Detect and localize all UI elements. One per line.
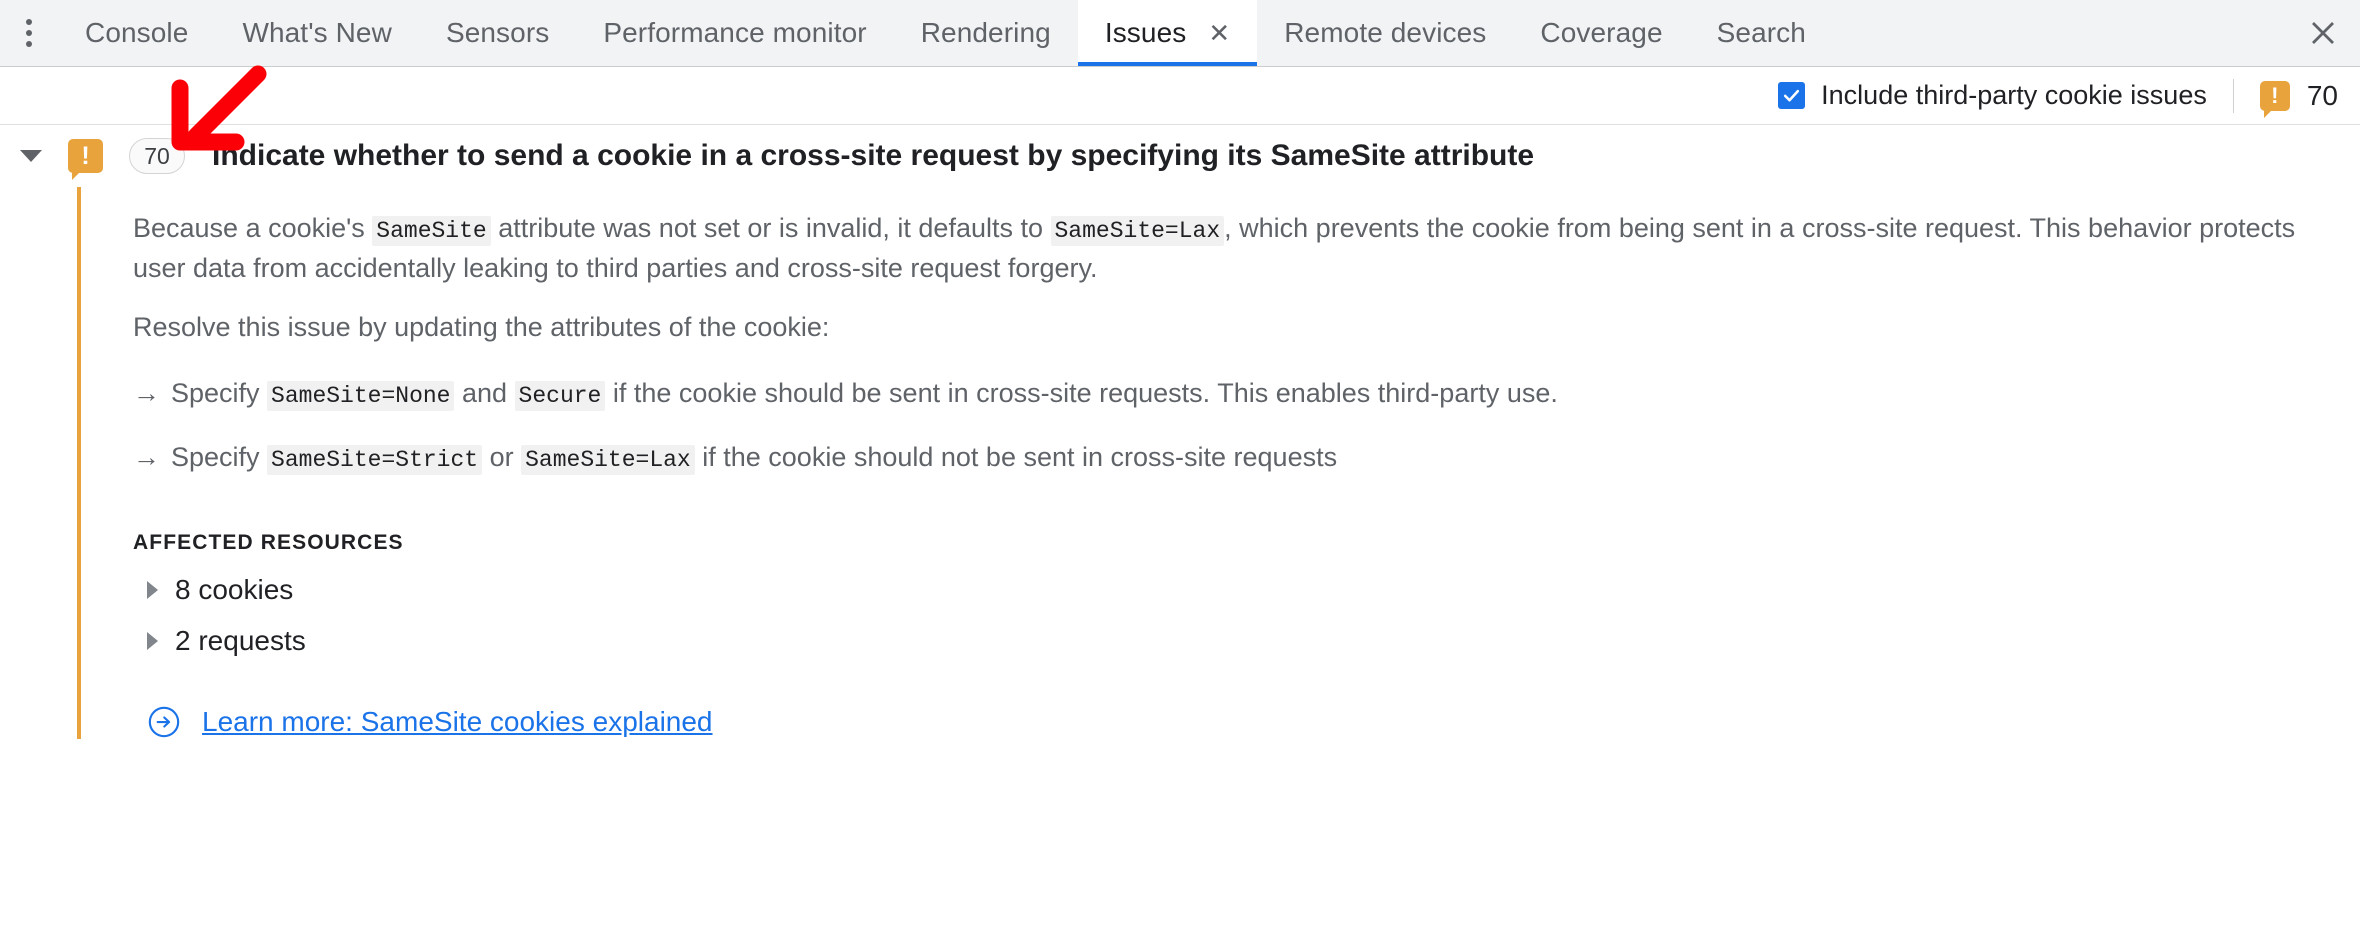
tab-whats-new[interactable]: What's New	[215, 0, 419, 66]
tab-label: Console	[85, 17, 189, 48]
devtools-tabstrip: Console What's New Sensors Performance m…	[0, 0, 2360, 67]
issues-filter-toolbar: Include third-party cookie issues ! 70	[0, 67, 2360, 125]
code-samesite-strict: SameSite=Strict	[267, 445, 483, 476]
checkmark-icon	[1784, 89, 1800, 102]
tab-search[interactable]: Search	[1690, 0, 1833, 66]
fix-item: → Specify SameSite=Strict or SameSite=La…	[133, 439, 2360, 477]
text-fragment: Specify	[171, 378, 268, 409]
text-fragment: if the cookie should not be sent in cros…	[694, 442, 1338, 473]
warning-glyph: !	[2271, 82, 2279, 108]
warning-glyph: !	[81, 141, 90, 170]
toolbar-divider	[2232, 78, 2234, 113]
code-samesite-lax: SameSite=Lax	[521, 445, 695, 476]
tab-label: Issues	[1104, 17, 1187, 48]
text-fragment: if the cookie should be sent in cross-si…	[605, 378, 1558, 409]
chevron-down-icon[interactable]	[14, 150, 48, 162]
text-fragment: attribute was not set or is invalid, it …	[490, 213, 1051, 243]
issue-entry: ! 70 Indicate whether to send a cookie i…	[0, 125, 2360, 739]
text-fragment: Specify	[171, 442, 268, 473]
fix-item: → Specify SameSite=None and Secure if th…	[133, 375, 2360, 413]
tab-label: What's New	[242, 17, 392, 48]
warning-icon: !	[2259, 80, 2290, 118]
code-samesite-lax: SameSite=Lax	[1050, 216, 1225, 246]
warning-count-group: ! 70	[2259, 79, 2338, 118]
issue-description-paragraph: Because a cookie's SameSite attribute wa…	[133, 209, 2313, 288]
chevron-right-icon	[147, 580, 158, 599]
code-samesite: SameSite	[372, 216, 491, 246]
tab-list: Console What's New Sensors Performance m…	[58, 0, 2286, 66]
overflow-menu-icon	[26, 19, 32, 47]
learn-more-row[interactable]: Learn more: SameSite cookies explained	[147, 705, 2360, 739]
tab-label: Sensors	[445, 17, 550, 48]
tab-sensors[interactable]: Sensors	[419, 0, 576, 66]
resource-label: 2 requests	[175, 624, 306, 656]
close-icon	[2312, 22, 2334, 44]
arrow-right-icon: →	[133, 442, 160, 473]
tab-performance-monitor[interactable]: Performance monitor	[576, 0, 893, 66]
fix-text: Specify SameSite=None and Secure if the …	[171, 375, 1558, 413]
code-samesite-none: SameSite=None	[267, 381, 455, 412]
tab-label: Search	[1716, 17, 1806, 48]
close-panel-button[interactable]	[2286, 0, 2360, 66]
warning-icon: !	[68, 139, 103, 180]
warning-count: 70	[2306, 79, 2338, 111]
arrow-circle-right-icon	[148, 706, 180, 738]
issue-body: Because a cookie's SameSite attribute wa…	[77, 187, 2360, 739]
overflow-menu-button[interactable]	[0, 0, 58, 66]
text-fragment: or	[482, 442, 522, 473]
issue-warning-icon-wrap: !	[68, 139, 103, 180]
tab-remote-devices[interactable]: Remote devices	[1257, 0, 1513, 66]
fix-text: Specify SameSite=Strict or SameSite=Lax …	[171, 439, 1337, 477]
chevron-right-icon	[147, 631, 158, 650]
tab-label: Remote devices	[1284, 17, 1487, 48]
text-fragment: and	[454, 378, 515, 409]
issue-title: Indicate whether to send a cookie in a c…	[212, 139, 1535, 172]
affected-resource-cookies[interactable]: 8 cookies	[147, 574, 2360, 606]
tab-label: Rendering	[920, 17, 1051, 48]
learn-more-link[interactable]: Learn more: SameSite cookies explained	[202, 706, 713, 738]
checkbox-checked-icon[interactable]	[1778, 82, 1806, 109]
include-third-party-cookie-issues-checkbox[interactable]: Include third-party cookie issues	[1778, 80, 2207, 111]
issue-resolve-paragraph: Resolve this issue by updating the attri…	[133, 311, 830, 342]
issue-count-badge: 70	[129, 138, 185, 174]
tab-coverage[interactable]: Coverage	[1513, 0, 1689, 66]
tab-close-icon[interactable]: ✕	[1208, 20, 1230, 46]
code-secure: Secure	[514, 381, 606, 412]
issue-header[interactable]: ! 70 Indicate whether to send a cookie i…	[0, 125, 2360, 187]
affected-resources-heading: AFFECTED RESOURCES	[133, 530, 404, 554]
tab-console[interactable]: Console	[58, 0, 215, 66]
issue-fix-list: → Specify SameSite=None and Secure if th…	[133, 375, 2360, 477]
affected-resource-requests[interactable]: 2 requests	[147, 625, 2360, 657]
tab-label: Coverage	[1540, 17, 1663, 48]
tab-issues[interactable]: Issues ✕	[1077, 0, 1258, 66]
text-fragment: Because a cookie's	[133, 213, 373, 243]
tab-label: Performance monitor	[603, 17, 867, 48]
tab-rendering[interactable]: Rendering	[894, 0, 1078, 66]
resource-label: 8 cookies	[175, 573, 294, 605]
checkbox-label: Include third-party cookie issues	[1821, 80, 2207, 110]
arrow-right-icon: →	[133, 378, 160, 409]
